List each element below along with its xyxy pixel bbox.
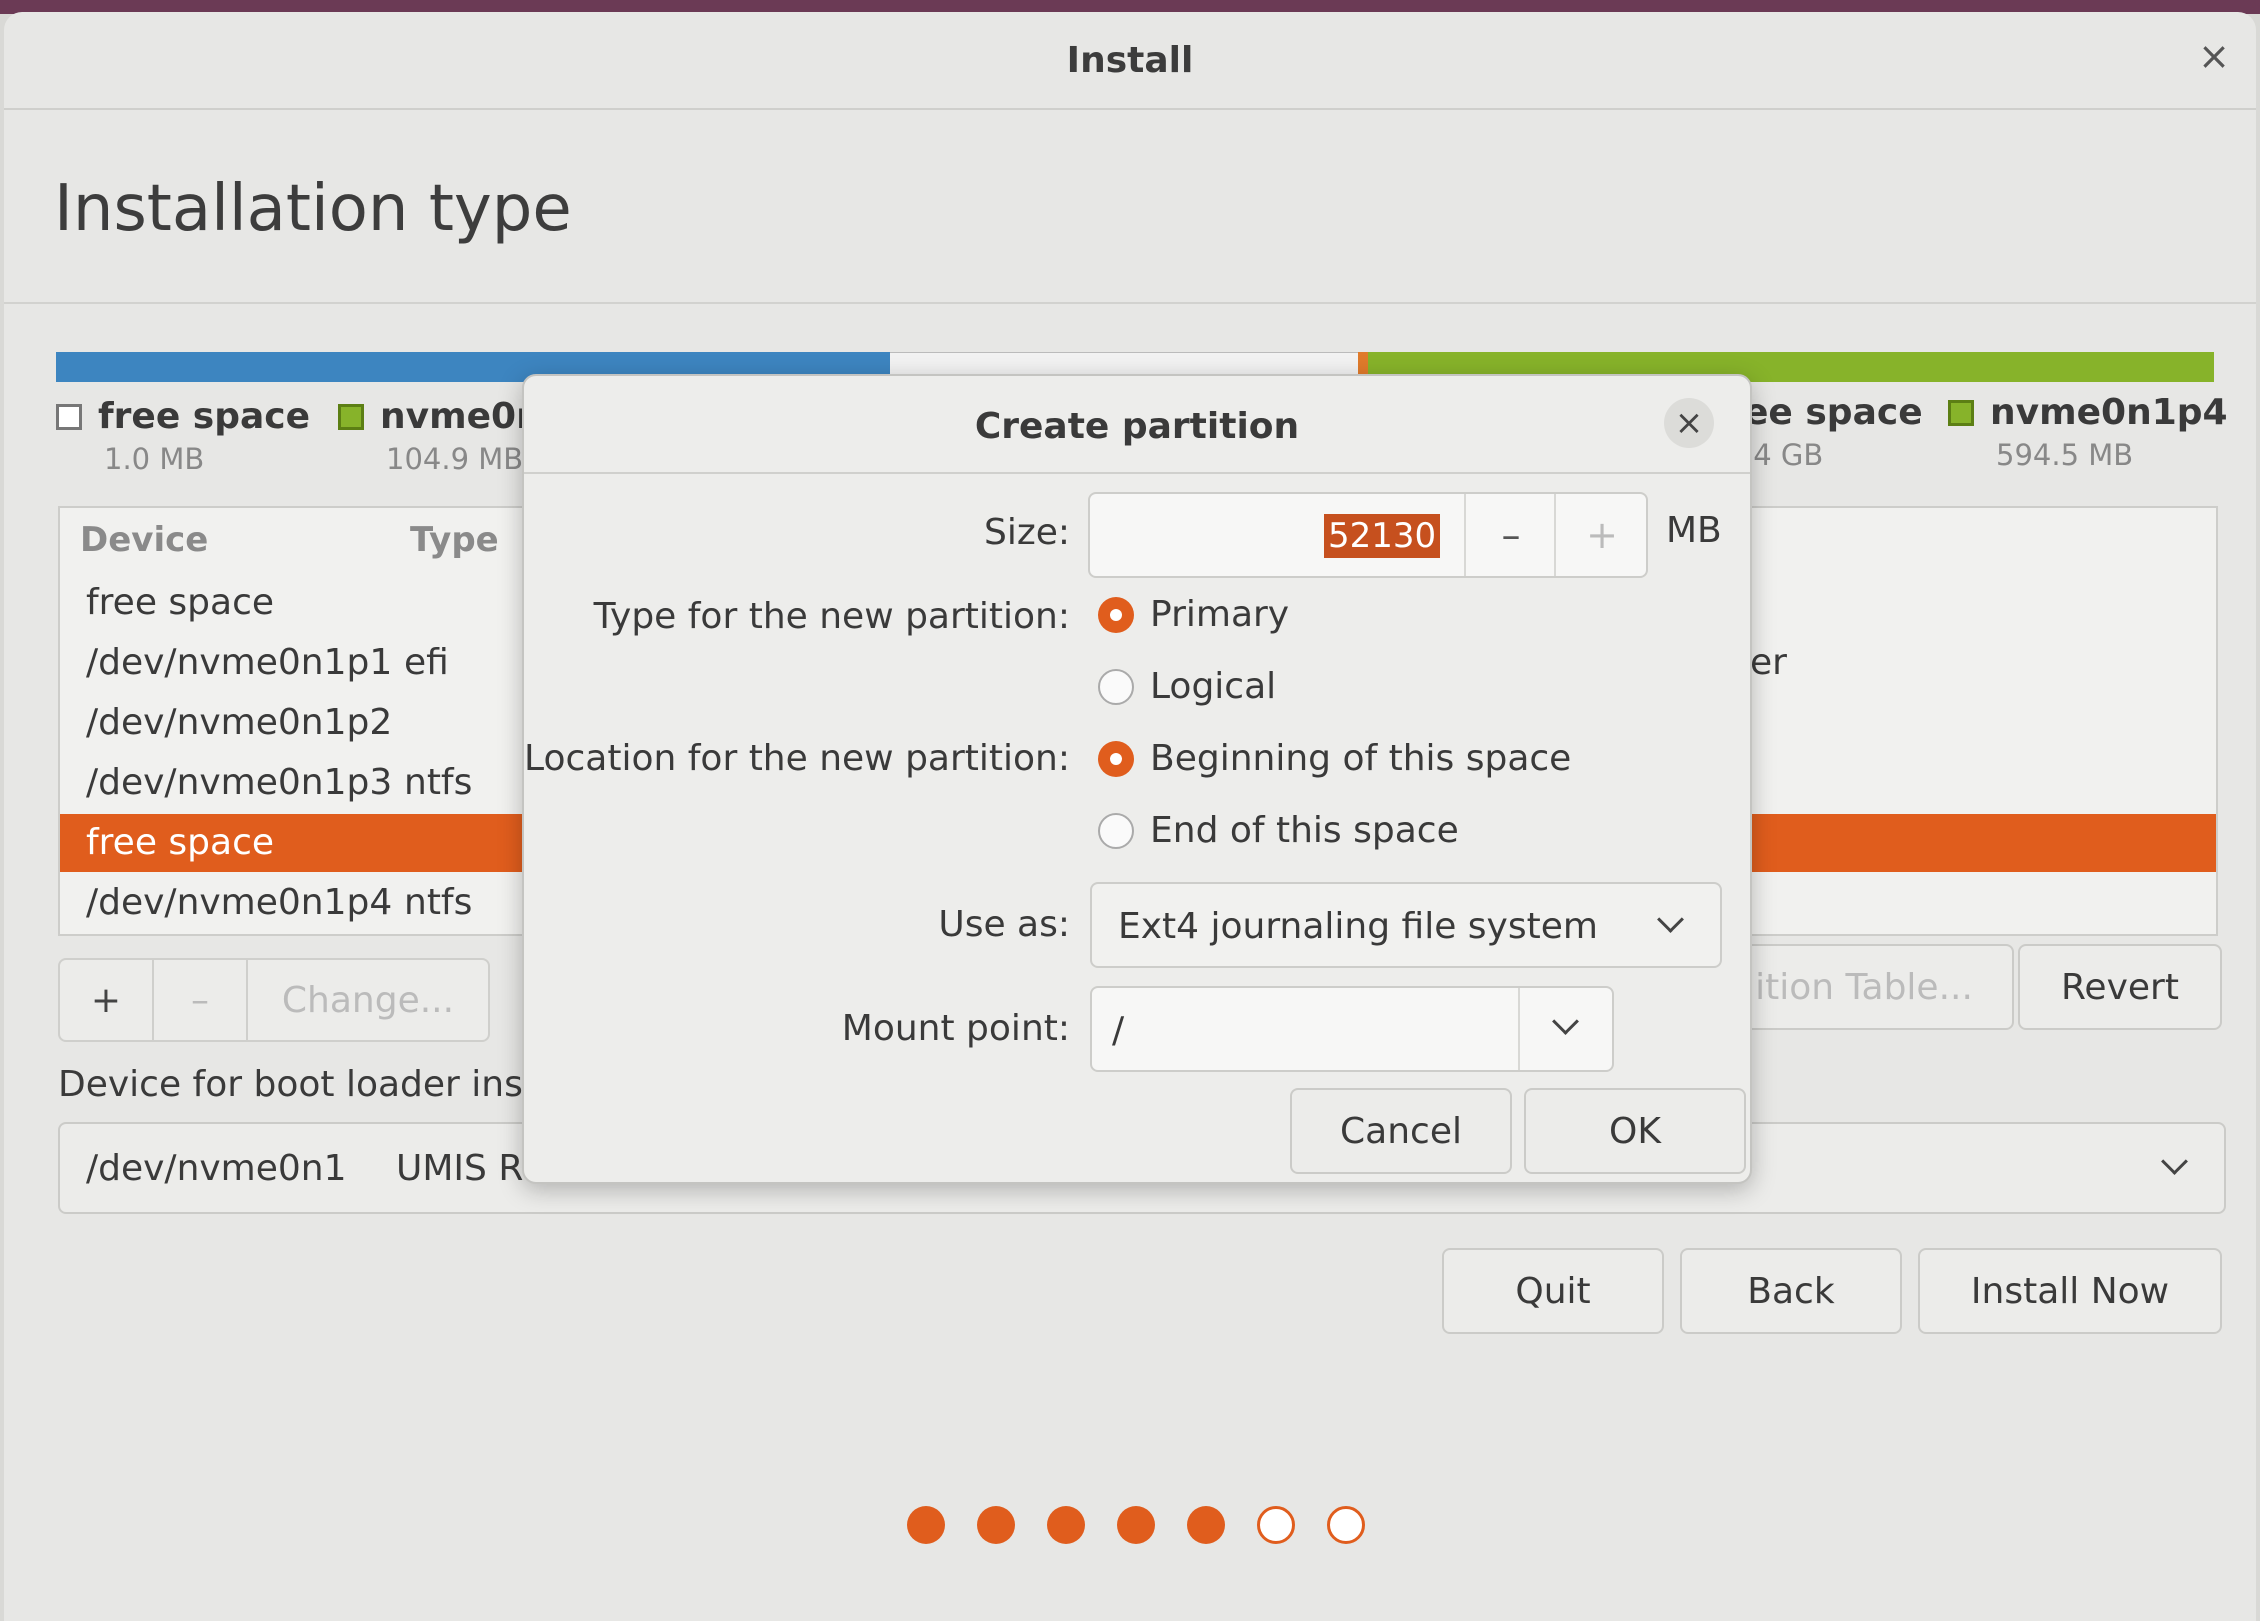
column-header-type[interactable]: Type [410, 520, 499, 560]
divider [524, 472, 1750, 474]
window-close-icon[interactable]: × [2198, 34, 2230, 78]
mount-point-combo[interactable]: / [1090, 986, 1614, 1072]
radio-checked-icon [1098, 596, 1134, 633]
progress-dot-done [977, 1506, 1015, 1544]
partition-type-label: Type for the new partition: [593, 596, 1070, 637]
mount-point-label: Mount point: [841, 1008, 1070, 1049]
window-title: Install [1066, 39, 1194, 81]
legend-swatch-green [1948, 400, 1974, 426]
legend-size: .4 GB [1744, 438, 1824, 472]
radio-logical[interactable]: Logical [1098, 666, 1276, 707]
bootloader-label: Device for boot loader inst [58, 1064, 537, 1105]
legend-nvme0n1p4: nvme0n1p4 [1948, 392, 2228, 433]
close-icon[interactable]: × [1664, 398, 1714, 448]
dialog-title: Create partition [974, 406, 1300, 447]
progress-dot-done [907, 1506, 945, 1544]
bootloader-device: /dev/nvme0n1 [86, 1148, 347, 1189]
title-bar: Install [4, 12, 2256, 110]
legend-free-space-right: ee space [1744, 392, 1923, 433]
create-partition-dialog: Create partition × Size: 52130 – + MB Ty… [522, 374, 1752, 1184]
use-as-label: Use as: [938, 904, 1070, 945]
legend-nvme: nvme0n [338, 396, 542, 437]
progress-dot-done [1117, 1506, 1155, 1544]
legend-size: 594.5 MB [1996, 438, 2134, 472]
radio-unchecked-icon [1098, 812, 1134, 849]
decrease-size-button[interactable]: – [1464, 494, 1556, 576]
install-now-button[interactable]: Install Now [1918, 1248, 2222, 1334]
revert-button[interactable]: Revert [2018, 944, 2222, 1030]
back-button[interactable]: Back [1680, 1248, 1902, 1334]
legend-free-space: free space [56, 396, 310, 437]
ok-button[interactable]: OK [1524, 1088, 1746, 1174]
new-partition-table-button[interactable]: ition Table... [1714, 944, 2014, 1030]
radio-end[interactable]: End of this space [1098, 810, 1459, 851]
size-input[interactable]: 52130 [1324, 514, 1441, 558]
cancel-button[interactable]: Cancel [1290, 1088, 1512, 1174]
legend-size: 104.9 MB [386, 442, 524, 476]
radio-unchecked-icon [1098, 668, 1134, 705]
progress-dot-done [1187, 1506, 1225, 1544]
bootloader-model: UMIS RI [396, 1148, 534, 1189]
radio-primary[interactable]: Primary [1098, 594, 1289, 635]
column-header-device[interactable]: Device [80, 520, 208, 560]
quit-button[interactable]: Quit [1442, 1248, 1664, 1334]
legend-swatch-empty [56, 404, 82, 430]
progress-dot-done [1047, 1506, 1085, 1544]
radio-checked-icon [1098, 740, 1134, 777]
legend-size: 1.0 MB [104, 442, 205, 476]
radio-beginning[interactable]: Beginning of this space [1098, 738, 1571, 779]
progress-dot-pending [1327, 1506, 1365, 1544]
mount-point-input[interactable]: / [1112, 1010, 1124, 1051]
location-label: Location for the new partition: [524, 738, 1070, 779]
mount-point-dropdown-button[interactable] [1518, 988, 1612, 1070]
change-partition-button[interactable]: Change... [246, 958, 490, 1042]
legend-swatch-green [338, 404, 364, 430]
chevron-down-icon [1657, 906, 1684, 933]
divider [4, 302, 2256, 304]
add-partition-button[interactable]: + [58, 958, 154, 1042]
size-label: Size: [983, 512, 1070, 553]
increase-size-button[interactable]: + [1554, 494, 1648, 576]
progress-dot-pending [1257, 1506, 1295, 1544]
use-as-value: Ext4 journaling file system [1118, 906, 1598, 947]
chevron-down-icon [1552, 1008, 1579, 1035]
use-as-select[interactable]: Ext4 journaling file system [1090, 882, 1722, 968]
size-spinbutton[interactable]: 52130 – + [1088, 492, 1648, 578]
size-unit: MB [1666, 510, 1722, 551]
chevron-down-icon [2161, 1148, 2188, 1175]
page-title: Installation type [54, 172, 572, 246]
remove-partition-button[interactable]: – [152, 958, 248, 1042]
